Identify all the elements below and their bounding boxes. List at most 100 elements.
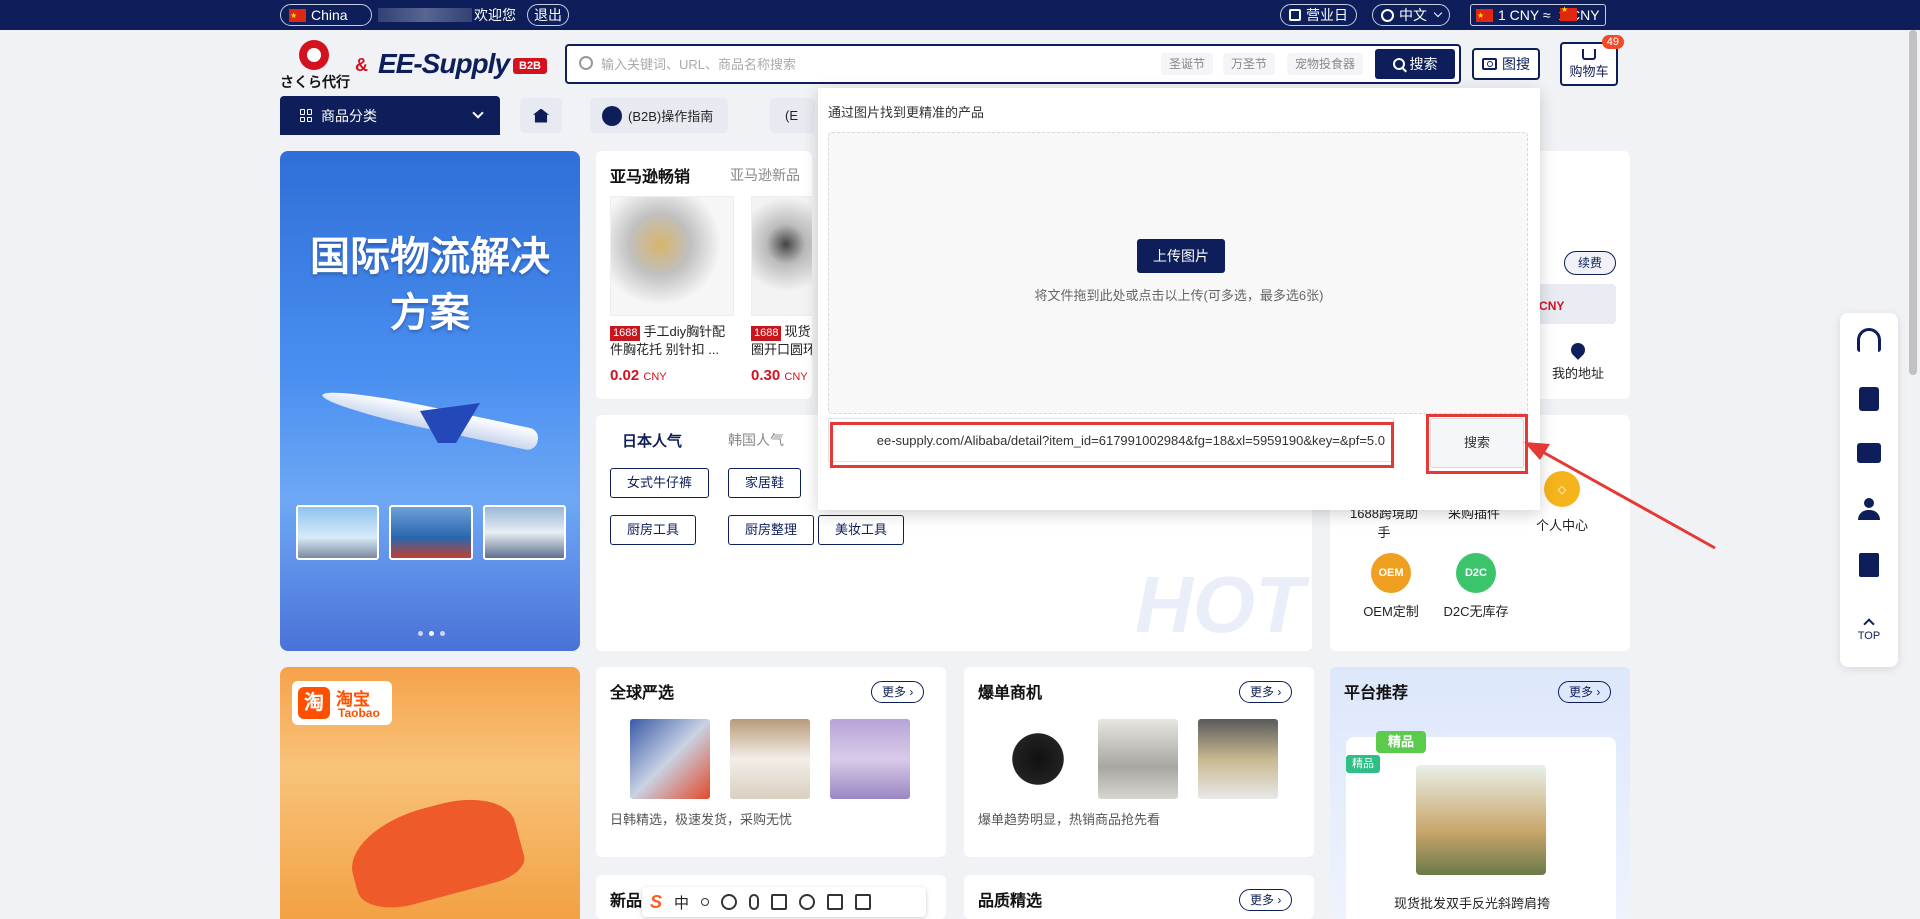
cart-button[interactable]: 购物车 49	[1560, 35, 1624, 86]
emoji-icon[interactable]	[721, 894, 738, 910]
my-address-label: 我的地址	[1552, 366, 1605, 381]
skin-icon[interactable]	[827, 894, 844, 910]
product-thumbnail[interactable]	[1198, 719, 1278, 799]
taobao-logo: 淘 淘宝 Taobao	[292, 681, 392, 725]
exchange-rate-selector[interactable]: 1 CNY ≈ 1 CNY	[1470, 4, 1606, 26]
headset-icon[interactable]	[1857, 328, 1881, 352]
product-price: 0.30 CNY	[751, 367, 808, 384]
brand-ampersand: &	[355, 55, 368, 75]
welcome-text: 欢迎您	[474, 7, 516, 23]
section-title[interactable]: 平台推荐	[1344, 679, 1408, 703]
tool-d2c[interactable]: D2C D2C无库存	[1436, 553, 1516, 620]
trend-tag[interactable]: 厨房整理	[728, 515, 815, 545]
keyboard-icon[interactable]	[771, 894, 788, 910]
search-icon	[579, 56, 593, 70]
logistics-banner[interactable]: 国际物流解决 方案	[280, 151, 580, 651]
business-day-button[interactable]: 营业日	[1280, 4, 1357, 26]
tool-oem[interactable]: OEM OEM定制	[1351, 553, 1431, 620]
platform-recommend-card: 平台推荐 更多 › 精品 精品 现货批发双手反光斜跨肩挎	[1330, 667, 1630, 919]
taobao-en: Taobao	[338, 706, 380, 720]
section-tab[interactable]: 亚马逊新品	[730, 165, 800, 185]
trend-tag[interactable]: 厨房工具	[610, 515, 697, 545]
featured-product[interactable]: 精品 精品 现货批发双手反光斜跨肩挎	[1346, 731, 1616, 919]
ee-supply-logo[interactable]: EE-Supply	[378, 48, 510, 80]
sogou-logo[interactable]: S	[650, 892, 662, 913]
trend-tag[interactable]: 女式牛仔裤	[610, 468, 710, 498]
taobao-icon: 淘	[298, 687, 330, 719]
logout-button[interactable]: 退出	[527, 4, 569, 26]
taobao-banner[interactable]: 淘 淘宝 Taobao	[280, 667, 580, 919]
quality-card: 品质精选 更多 ›	[964, 875, 1314, 919]
product-thumbnail[interactable]	[730, 719, 810, 799]
user-icon[interactable]	[799, 894, 816, 910]
product-name[interactable]: 1688 现货圈开口圆环	[751, 323, 812, 359]
more-button[interactable]: 更多 ›	[871, 681, 925, 703]
nav-link-partial[interactable]: (E	[770, 98, 815, 133]
hot-keyword[interactable]: 宠物投食器	[1287, 53, 1364, 75]
trend-tag[interactable]: 家居鞋	[728, 468, 802, 498]
business-day-label: 营业日	[1306, 7, 1348, 23]
hot-keyword[interactable]: 圣诞节	[1161, 53, 1214, 75]
upload-image-button[interactable]: 上传图片	[1137, 239, 1225, 273]
amazon-bestseller-panel: 亚马逊畅销 亚马逊新品 1688 手工diy胸针配件胸花托 别针扣 ... 0.0…	[596, 151, 812, 399]
ship-thumbnail	[389, 505, 473, 560]
archive-box-icon[interactable]	[1857, 443, 1881, 463]
image-search-button[interactable]: 图搜	[1472, 48, 1540, 80]
document-edit-icon[interactable]	[1859, 553, 1879, 577]
china-flag-icon	[1476, 6, 1493, 26]
more-button[interactable]: 更多 ›	[1558, 681, 1612, 703]
product-image[interactable]	[751, 196, 812, 316]
cart-count-badge: 49	[1601, 35, 1624, 49]
microphone-icon[interactable]	[749, 894, 760, 910]
tab-japan[interactable]: 日本人气	[622, 430, 682, 451]
chevron-down-icon	[1433, 8, 1443, 18]
section-title[interactable]: 品质精选	[978, 887, 1042, 911]
section-title[interactable]: 爆单商机	[978, 679, 1042, 703]
sakura-brand-name: さくら代行	[280, 74, 350, 90]
hot-watermark: HOT	[1135, 560, 1304, 649]
banner-thumbnails	[296, 505, 566, 560]
product-thumbnail[interactable]	[998, 719, 1078, 799]
product-thumbnail[interactable]	[830, 719, 910, 799]
ime-mode[interactable]: 中	[674, 892, 689, 913]
user-icon[interactable]	[1858, 498, 1880, 522]
upload-hint: 将文件拖到此处或点击以上传(可多选，最多选6张)	[1034, 288, 1324, 303]
carousel-dots[interactable]	[418, 631, 445, 636]
home-button[interactable]	[520, 98, 562, 133]
category-menu-button[interactable]: 商品分类	[280, 96, 500, 135]
search-input[interactable]	[601, 53, 1101, 75]
category-label: 商品分类	[321, 107, 377, 124]
guide-link[interactable]: (B2B)操作指南	[590, 98, 728, 133]
username-blurred	[378, 8, 472, 22]
banner-title-line: 方案	[390, 291, 470, 335]
section-title[interactable]: 亚马逊畅销	[610, 163, 690, 187]
renew-button[interactable]: 续费	[1564, 251, 1616, 275]
product-thumbnail[interactable]	[1098, 719, 1178, 799]
country-selector[interactable]: China	[280, 4, 372, 26]
my-address-link[interactable]: 我的地址	[1552, 340, 1605, 382]
hot-merchant-card: 爆单商机 更多 › 爆单趋势明显，热销商品抢先看	[964, 667, 1314, 857]
more-button[interactable]: 更多 ›	[1239, 681, 1293, 703]
apps-grid-icon[interactable]	[855, 894, 872, 910]
image-dropzone[interactable]: 上传图片 将文件拖到此处或点击以上传(可多选，最多选6张)	[828, 132, 1528, 414]
back-to-top-button[interactable]: TOP	[1840, 618, 1898, 642]
hot-keyword[interactable]: 万圣节	[1223, 53, 1276, 75]
product-name[interactable]: 1688 手工diy胸针配件胸花托 别针扣 ...	[610, 323, 736, 359]
china-flag-icon	[289, 6, 306, 26]
more-button[interactable]: 更多 ›	[1239, 889, 1293, 911]
product-thumbnail[interactable]	[630, 719, 710, 799]
section-title[interactable]: 新品	[610, 887, 642, 911]
tool-label: D2C无库存	[1443, 604, 1509, 619]
language-selector[interactable]: 中文	[1372, 4, 1450, 26]
section-title[interactable]: 全球严选	[610, 679, 674, 703]
clipboard-check-icon[interactable]	[1859, 387, 1879, 411]
trend-tag[interactable]: 美妆工具	[818, 515, 905, 545]
punctuation-icon[interactable]	[701, 898, 710, 906]
page-scrollbar[interactable]	[1909, 30, 1917, 375]
search-button[interactable]: 搜索	[1375, 49, 1455, 79]
sakura-logo[interactable]: さくら代行	[280, 40, 350, 90]
search-icon	[1392, 58, 1405, 70]
tab-korea[interactable]: 韩国人气	[728, 430, 784, 450]
more-label: 更多	[1569, 685, 1594, 699]
product-image[interactable]	[610, 196, 734, 316]
